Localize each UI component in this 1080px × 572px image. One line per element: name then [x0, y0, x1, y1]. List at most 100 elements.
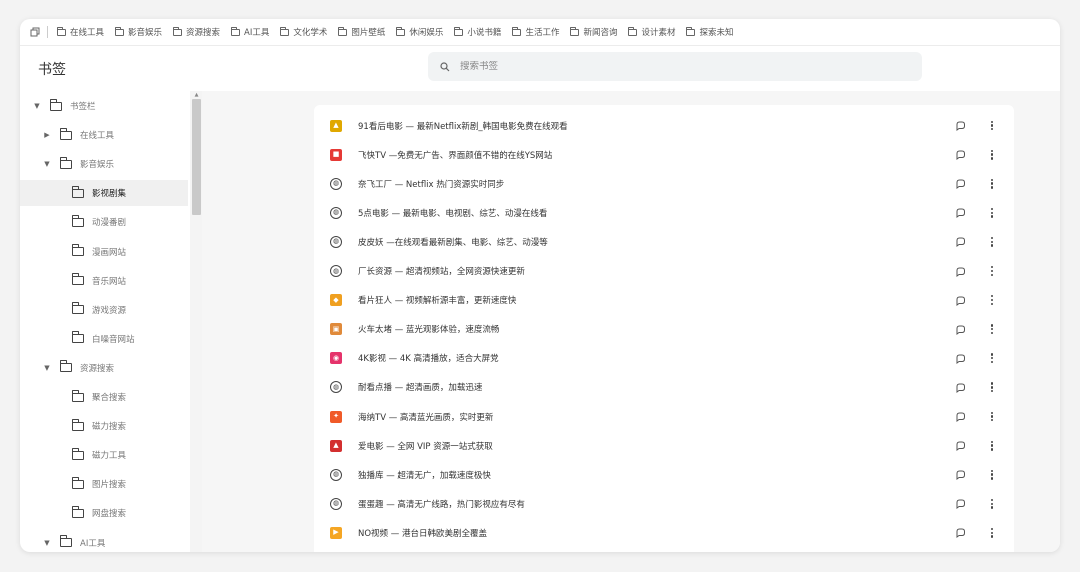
bookmarks-bar-divider [47, 26, 48, 38]
bookmarks-bar-folder[interactable]: 新闻咨询 [570, 26, 617, 38]
share-icon[interactable] [954, 411, 966, 423]
scroll-up-arrow-icon[interactable]: ▲ [192, 91, 201, 99]
bookmarks-bar-folder[interactable]: 小说书籍 [454, 26, 501, 38]
chevron-right-icon[interactable]: ▶ [42, 131, 52, 139]
more-options-icon[interactable] [988, 323, 996, 335]
chevron-down-icon[interactable]: ▼ [42, 539, 52, 547]
share-icon[interactable] [954, 207, 966, 219]
more-options-icon[interactable] [988, 236, 996, 248]
bookmark-row[interactable]: ◍ 皮皮妖 —在线观看最新剧集、电影、综艺、动漫等 [314, 227, 1014, 256]
bookmark-row[interactable]: ■ 飞快TV —免费无广告、界面颜值不错的在线YS网站 [314, 140, 1014, 169]
bookmarks-bar-folder[interactable]: 文化学术 [280, 26, 327, 38]
more-options-icon[interactable] [988, 294, 996, 306]
bookmark-title[interactable]: 厂长资源 — 超清视频站，全网资源快速更新 [358, 265, 525, 277]
bookmark-row[interactable]: ▶ NO视频 — 港台日韩欧美剧全覆盖 [314, 518, 1014, 547]
share-icon[interactable] [954, 440, 966, 452]
sidebar-folder-item[interactable]: 网盘搜索 [20, 500, 188, 526]
more-options-icon[interactable] [988, 381, 996, 393]
bookmarks-bar-folder[interactable]: 休闲娱乐 [396, 26, 443, 38]
more-options-icon[interactable] [988, 178, 996, 190]
bookmarks-bar-folder[interactable]: 图片壁纸 [338, 26, 385, 38]
more-options-icon[interactable] [988, 440, 996, 452]
bookmark-title[interactable]: 奈飞工厂 — Netflix 热门资源实时同步 [358, 178, 504, 190]
bookmark-title[interactable]: 91看后电影 — 最新Netflix新剧_韩国电影免费在线观看 [358, 120, 568, 132]
more-options-icon[interactable] [988, 352, 996, 364]
bookmark-title[interactable]: 耐看点播 — 超清画质，加载迅速 [358, 381, 482, 393]
share-icon[interactable] [954, 323, 966, 335]
search-input[interactable] [460, 61, 860, 72]
bookmark-row[interactable]: ▣ 火车太堵 — 蓝光观影体验，速度流畅 [314, 315, 1014, 344]
bookmark-title[interactable]: 海纳TV — 高清蓝光画质，实时更新 [358, 411, 493, 423]
bookmark-row[interactable]: ◍ 奈飞工厂 — Netflix 热门资源实时同步 [314, 169, 1014, 198]
sidebar-folder-item[interactable]: 漫画网站 [20, 239, 188, 265]
share-icon[interactable] [954, 265, 966, 277]
bookmarks-bar-folder[interactable]: 生活工作 [512, 26, 559, 38]
bookmarks-bar-folder[interactable]: 设计素材 [628, 26, 675, 38]
share-icon[interactable] [954, 352, 966, 364]
sidebar-folder-item[interactable]: 白噪音网站 [20, 326, 188, 352]
sidebar-folder-item[interactable]: 磁力搜索 [20, 413, 188, 439]
chevron-down-icon[interactable]: ▼ [42, 364, 52, 372]
chevron-down-icon[interactable]: ▼ [32, 102, 42, 110]
search-box[interactable] [428, 52, 922, 81]
more-options-icon[interactable] [988, 207, 996, 219]
share-icon[interactable] [954, 498, 966, 510]
more-options-icon[interactable] [988, 265, 996, 277]
bookmarks-bar-folder[interactable]: 在线工具 [57, 26, 104, 38]
bookmark-title[interactable]: 飞快TV —免费无广告、界面颜值不错的在线YS网站 [358, 149, 552, 161]
more-options-icon[interactable] [988, 411, 996, 423]
globe-icon: ◍ [330, 381, 342, 394]
bookmark-title[interactable]: NO视频 — 港台日韩欧美剧全覆盖 [358, 527, 487, 539]
copy-icon[interactable] [29, 26, 41, 38]
share-icon[interactable] [954, 294, 966, 306]
bookmark-row[interactable]: ◍ 耐看点播 — 超清画质，加载迅速 [314, 373, 1014, 402]
bookmark-title[interactable]: 蛋蛋趣 — 高清无广线路，热门影视应有尽有 [358, 498, 525, 510]
bookmark-row[interactable]: ✦ 海纳TV — 高清蓝光画质，实时更新 [314, 402, 1014, 431]
more-options-icon[interactable] [988, 498, 996, 510]
bookmarks-bar-folder[interactable]: 影音娱乐 [115, 26, 162, 38]
bookmark-title[interactable]: 火车太堵 — 蓝光观影体验，速度流畅 [358, 323, 499, 335]
share-icon[interactable] [954, 120, 966, 132]
sidebar-folder-item[interactable]: ▶ 在线工具 [20, 122, 188, 148]
sidebar-folder-item[interactable]: ▼ 书签栏 [20, 93, 188, 119]
bookmark-title[interactable]: 爱电影 — 全网 VIP 资源一站式获取 [358, 440, 493, 452]
sidebar-scroll-thumb[interactable] [192, 99, 201, 215]
bookmark-row[interactable]: ◉ 4K影视 — 4K 高清播放，适合大屏党 [314, 344, 1014, 373]
sidebar-folder-item[interactable]: 影视剧集 [20, 180, 188, 207]
share-icon[interactable] [954, 178, 966, 190]
share-icon[interactable] [954, 381, 966, 393]
sidebar-folder-item[interactable]: 聚合搜索 [20, 384, 188, 410]
bookmark-row[interactable]: ◍ 蛋蛋趣 — 高清无广线路，热门影视应有尽有 [314, 489, 1014, 518]
share-icon[interactable] [954, 149, 966, 161]
more-options-icon[interactable] [988, 149, 996, 161]
more-options-icon[interactable] [988, 469, 996, 481]
bookmark-row[interactable]: ◍ 厂长资源 — 超清视频站，全网资源快速更新 [314, 257, 1014, 286]
sidebar-folder-item[interactable]: 音乐网站 [20, 268, 188, 294]
bookmark-row[interactable]: ◍ 5点电影 — 最新电影、电视剧、综艺、动漫在线看 [314, 198, 1014, 227]
share-icon[interactable] [954, 469, 966, 481]
sidebar-folder-item[interactable]: 磁力工具 [20, 442, 188, 468]
bookmarks-bar-folder[interactable]: AI工具 [231, 26, 269, 38]
bookmark-title[interactable]: 皮皮妖 —在线观看最新剧集、电影、综艺、动漫等 [358, 236, 548, 248]
chevron-down-icon[interactable]: ▼ [42, 160, 52, 168]
more-options-icon[interactable] [988, 527, 996, 539]
bookmark-row[interactable]: ▲ 爱电影 — 全网 VIP 资源一站式获取 [314, 431, 1014, 460]
bookmark-row[interactable]: ▲ 91看后电影 — 最新Netflix新剧_韩国电影免费在线观看 [314, 111, 1014, 140]
sidebar-folder-item[interactable]: 游戏资源 [20, 297, 188, 323]
bookmark-title[interactable]: 5点电影 — 最新电影、电视剧、综艺、动漫在线看 [358, 207, 547, 219]
bookmark-title[interactable]: 看片狂人 — 视频解析源丰富，更新速度快 [358, 294, 516, 306]
bookmarks-bar-folder[interactable]: 探索未知 [686, 26, 734, 38]
bookmark-title[interactable]: 独播库 — 超清无广，加载速度极快 [358, 469, 491, 481]
sidebar-folder-item[interactable]: ▼ 资源搜索 [20, 355, 188, 381]
share-icon[interactable] [954, 527, 966, 539]
sidebar-folder-item[interactable]: ▼ 影音娱乐 [20, 151, 188, 177]
sidebar-folder-item[interactable]: 动漫番剧 [20, 209, 188, 235]
bookmark-row[interactable]: ◍ 独播库 — 超清无广，加载速度极快 [314, 460, 1014, 489]
share-icon[interactable] [954, 236, 966, 248]
bookmarks-bar-folder[interactable]: 资源搜索 [173, 26, 220, 38]
bookmark-row[interactable]: ◆ 看片狂人 — 视频解析源丰富，更新速度快 [314, 286, 1014, 315]
more-options-icon[interactable] [988, 120, 996, 132]
bookmark-title[interactable]: 4K影视 — 4K 高清播放，适合大屏党 [358, 352, 499, 364]
sidebar-folder-item[interactable]: ▼ AI工具 [20, 530, 188, 553]
sidebar-folder-item[interactable]: 图片搜索 [20, 471, 188, 497]
